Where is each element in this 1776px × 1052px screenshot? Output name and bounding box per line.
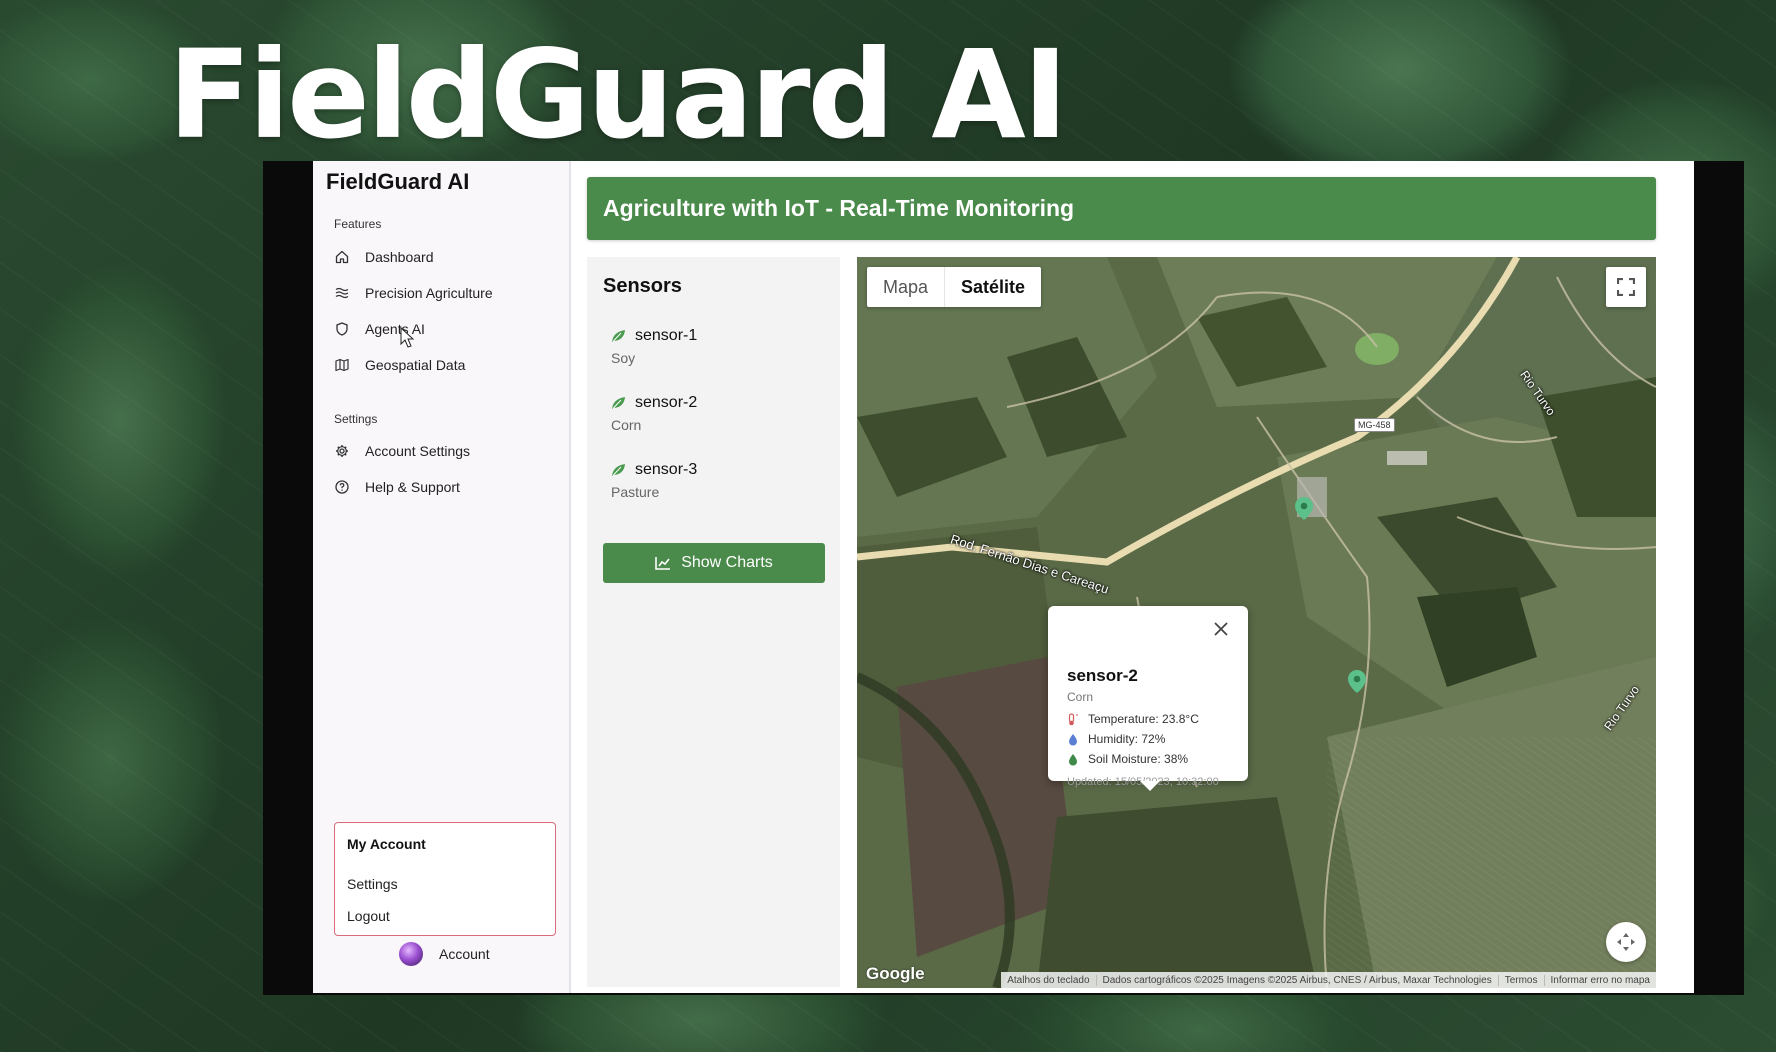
sidebar-item-label: Precision Agriculture xyxy=(365,285,493,301)
popup-updated-time: Updated: 15/05/2023, 10:32:00 xyxy=(1067,776,1219,788)
sidebar-item-help-support[interactable]: Help & Support xyxy=(334,473,460,501)
map-tab-mapa[interactable]: Mapa xyxy=(867,267,944,307)
account-label: Account xyxy=(439,946,490,962)
popup-soil-moisture-row: Soil Moisture: 38% xyxy=(1067,752,1188,766)
sidebar: FieldGuard AI Features Dashboard Precisi… xyxy=(313,161,571,993)
sidebar-item-dashboard[interactable]: Dashboard xyxy=(334,243,434,271)
account-dropdown-menu: My Account Settings Logout xyxy=(334,822,556,936)
leaf-icon xyxy=(612,330,625,342)
leaf-icon xyxy=(612,397,625,409)
home-icon xyxy=(334,249,350,265)
gear-icon xyxy=(334,443,350,459)
sensor-name: sensor-1 xyxy=(635,327,698,344)
sensor-crop: Soy xyxy=(611,350,636,366)
map-tab-satellite[interactable]: Satélite xyxy=(944,267,1041,307)
account-menu-logout[interactable]: Logout xyxy=(347,908,390,924)
avatar xyxy=(399,942,423,966)
sidebar-item-account-settings[interactable]: Account Settings xyxy=(334,437,470,465)
popup-sensor-name: sensor-2 xyxy=(1067,666,1138,685)
sidebar-item-precision-agriculture[interactable]: Precision Agriculture xyxy=(334,279,493,307)
chart-line-icon xyxy=(655,557,671,570)
popup-sensor-crop: Corn xyxy=(1067,690,1094,704)
help-circle-icon xyxy=(334,479,350,495)
account-menu-title: My Account xyxy=(347,836,426,852)
close-icon[interactable] xyxy=(1210,618,1232,640)
fullscreen-button[interactable] xyxy=(1606,267,1646,307)
popup-humidity-row: Humidity: 72% xyxy=(1067,732,1165,746)
page-title: Agriculture with IoT - Real-Time Monitor… xyxy=(603,195,1075,221)
sensors-panel: Sensors sensor-1 Soy sensor-2 Corn senso xyxy=(587,257,840,987)
road-shield: MG-458 xyxy=(1354,418,1395,432)
sensor-list-item[interactable]: sensor-3 Pasture xyxy=(611,461,697,500)
map-type-toggle: Mapa Satélite xyxy=(867,267,1042,307)
page-header: Agriculture with IoT - Real-Time Monitor… xyxy=(587,177,1656,240)
sensor-list-item[interactable]: sensor-1 Soy xyxy=(611,327,697,366)
map-data-credit: Dados cartográficos ©2025 Imagens ©2025 … xyxy=(1095,974,1498,986)
sensor-crop: Pasture xyxy=(611,484,660,500)
settings-group-label: Settings xyxy=(334,412,378,426)
terms-link[interactable]: Termos xyxy=(1497,974,1544,986)
overlay-title: FieldGuard AI xyxy=(168,24,1068,166)
keyboard-shortcuts-link[interactable]: Atalhos do teclado xyxy=(1001,975,1095,986)
fullscreen-icon xyxy=(1617,278,1635,296)
sidebar-item-label: Account Settings xyxy=(365,443,471,459)
mouse-cursor-icon xyxy=(400,327,415,348)
map-pan-control-button[interactable] xyxy=(1606,922,1646,962)
pan-arrows-icon xyxy=(1617,933,1635,951)
show-charts-button[interactable]: Show Charts xyxy=(603,543,825,583)
sensor-crop: Corn xyxy=(611,417,642,433)
popup-temperature-row: Temperature: 23.8°C xyxy=(1067,712,1199,726)
sidebar-item-label: Help & Support xyxy=(365,479,460,495)
sensor-name: sensor-3 xyxy=(635,461,698,478)
report-error-link[interactable]: Informar erro no mapa xyxy=(1543,974,1657,986)
sensor-list-item[interactable]: sensor-2 Corn xyxy=(611,394,697,433)
satellite-map[interactable]: Rod. Fernão Dias e Careaçu MG-458 Rio Tu… xyxy=(857,257,1656,988)
sidebar-item-label: Geospatial Data xyxy=(365,357,466,373)
shield-icon xyxy=(334,321,350,337)
thermometer-icon xyxy=(1068,712,1078,725)
waves-icon xyxy=(334,285,350,301)
sensor-info-popup: sensor-2 Corn Temperature: 23.8°C Humidi… xyxy=(1048,606,1248,791)
sidebar-item-geospatial-data[interactable]: Geospatial Data xyxy=(334,351,465,379)
show-charts-label: Show Charts xyxy=(681,554,773,571)
google-logo: Google xyxy=(866,964,925,983)
satellite-imagery xyxy=(857,257,1656,988)
brand-title: FieldGuard AI xyxy=(326,169,470,194)
main-content: Agriculture with IoT - Real-Time Monitor… xyxy=(571,161,1694,993)
soil-drop-icon xyxy=(1069,753,1077,765)
sensor-name: sensor-2 xyxy=(635,394,698,411)
leaf-icon xyxy=(612,464,625,476)
water-drop-icon xyxy=(1069,733,1077,745)
features-group-label: Features xyxy=(334,217,382,231)
account-button[interactable]: Account xyxy=(399,942,490,966)
map-attribution: Atalhos do teclado Dados cartográficos ©… xyxy=(1001,972,1656,988)
app-window: FieldGuard AI Features Dashboard Precisi… xyxy=(313,161,1694,993)
sensors-title: Sensors xyxy=(603,275,682,297)
account-menu-settings[interactable]: Settings xyxy=(347,876,398,892)
map-icon xyxy=(334,357,350,373)
sidebar-item-label: Dashboard xyxy=(365,249,434,265)
